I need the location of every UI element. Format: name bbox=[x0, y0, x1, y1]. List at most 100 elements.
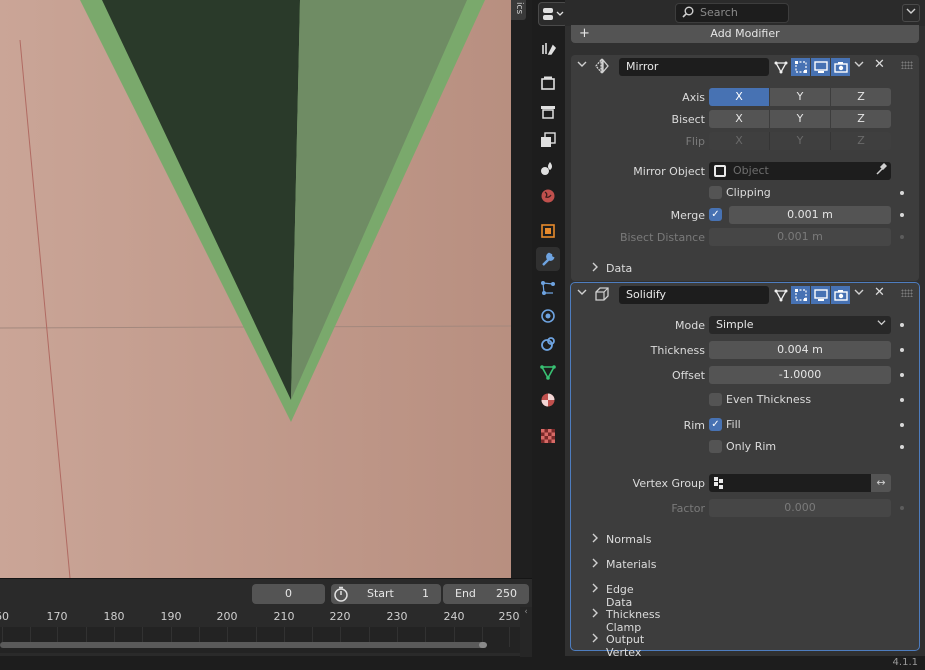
stopwatch-icon[interactable] bbox=[331, 584, 351, 604]
current-frame-field[interactable]: 0 bbox=[252, 584, 325, 604]
merge-checkbox[interactable]: ✓ bbox=[709, 208, 722, 221]
chevron-down-icon[interactable] bbox=[902, 4, 920, 22]
bisect-row: Bisect X Y Z bbox=[571, 110, 919, 130]
bisect-y-toggle[interactable]: Y bbox=[770, 110, 831, 128]
end-frame-field[interactable]: End 250 bbox=[443, 584, 529, 604]
edit-mode-icon[interactable] bbox=[791, 58, 811, 76]
chevron-down-icon[interactable] bbox=[854, 59, 864, 72]
bisect-z-toggle[interactable]: Z bbox=[831, 110, 891, 128]
search-input[interactable]: Search bbox=[675, 3, 789, 23]
object-icon bbox=[714, 165, 726, 177]
only-rim-checkbox[interactable] bbox=[709, 440, 722, 453]
collapse-chevron-icon[interactable] bbox=[577, 59, 587, 72]
keyframe-dot-icon[interactable] bbox=[900, 348, 904, 352]
texture-icon[interactable] bbox=[536, 424, 560, 448]
data-icon[interactable] bbox=[536, 360, 560, 384]
merge-distance-field[interactable]: 0.001 m bbox=[729, 206, 891, 224]
start-value: 1 bbox=[422, 587, 429, 600]
timeline-side-handle[interactable]: ‹ bbox=[520, 607, 532, 657]
timeline-scrollbar-handle[interactable] bbox=[479, 642, 487, 648]
edit-cage-icon[interactable] bbox=[771, 286, 791, 304]
keyframe-dot-icon[interactable] bbox=[900, 423, 904, 427]
material-icon[interactable] bbox=[536, 388, 560, 412]
fill-checkbox[interactable]: ✓ bbox=[709, 418, 722, 431]
viewport-canvas bbox=[0, 0, 511, 578]
mode-value: Simple bbox=[716, 318, 754, 331]
bisect-distance-field[interactable]: 0.001 m bbox=[709, 228, 891, 246]
mode-dropdown[interactable]: Simple bbox=[709, 316, 891, 334]
axis-x-toggle[interactable]: X bbox=[709, 88, 770, 106]
only-rim-label: Only Rim bbox=[726, 440, 777, 453]
keyframe-dot-icon[interactable] bbox=[900, 213, 904, 217]
drag-handle-icon[interactable] bbox=[901, 61, 913, 69]
keyframe-dot-icon[interactable] bbox=[900, 191, 904, 195]
modifier-name-field[interactable]: Solidify bbox=[619, 286, 769, 304]
modifier-icon[interactable] bbox=[536, 247, 560, 271]
even-thickness-row: Even Thickness bbox=[571, 391, 919, 411]
keyframe-dot-icon[interactable] bbox=[900, 398, 904, 402]
ruler-label: 200 bbox=[216, 610, 238, 623]
chevron-down-icon[interactable] bbox=[854, 287, 864, 300]
start-frame-field[interactable]: Start 1 bbox=[351, 584, 441, 604]
view-layer-icon[interactable] bbox=[536, 128, 560, 152]
edit-mode-icon[interactable] bbox=[791, 286, 811, 304]
bisect-x-toggle[interactable]: X bbox=[709, 110, 770, 128]
keyframe-dot-icon[interactable] bbox=[900, 373, 904, 377]
world-icon[interactable] bbox=[536, 184, 560, 208]
tool-icon[interactable] bbox=[536, 36, 560, 60]
keyframe-dot-icon[interactable] bbox=[900, 506, 904, 510]
offset-label: Offset bbox=[671, 369, 705, 382]
offset-field[interactable]: -1.0000 bbox=[709, 366, 891, 384]
render-camera-icon[interactable] bbox=[831, 286, 851, 304]
physics-icon[interactable] bbox=[536, 304, 560, 328]
thickness-field[interactable]: 0.004 m bbox=[709, 341, 891, 359]
flip-y-toggle[interactable]: Y bbox=[770, 132, 831, 150]
chevron-right-icon bbox=[591, 261, 599, 276]
timeline-tracks[interactable] bbox=[0, 627, 520, 653]
output-icon[interactable] bbox=[536, 99, 560, 123]
scene-icon[interactable] bbox=[536, 156, 560, 180]
constraints-icon[interactable] bbox=[536, 332, 560, 356]
editor-type-icon[interactable] bbox=[538, 2, 568, 26]
close-icon[interactable]: ✕ bbox=[874, 57, 885, 72]
close-icon[interactable]: ✕ bbox=[874, 285, 885, 300]
add-modifier-button[interactable]: + Add Modifier bbox=[571, 25, 919, 43]
drag-handle-icon[interactable] bbox=[901, 289, 913, 297]
clipping-label: Clipping bbox=[726, 186, 771, 199]
flip-z-toggle[interactable]: Z bbox=[831, 132, 891, 150]
axis-y-toggle[interactable]: Y bbox=[770, 88, 831, 106]
solidify-panel-header[interactable]: Solidify ✕ bbox=[571, 283, 919, 307]
keyframe-dot-icon[interactable] bbox=[900, 445, 904, 449]
edit-cage-icon[interactable] bbox=[771, 58, 791, 76]
axis-z-toggle[interactable]: Z bbox=[831, 88, 891, 106]
mirror-panel-header[interactable]: Mirror ✕ bbox=[571, 55, 919, 79]
clipping-checkbox[interactable] bbox=[709, 186, 722, 199]
even-thickness-checkbox[interactable] bbox=[709, 393, 722, 406]
eyedropper-icon[interactable] bbox=[875, 162, 888, 181]
factor-field[interactable]: 0.000 bbox=[709, 499, 891, 517]
vertex-group-icon bbox=[714, 477, 726, 489]
particles-icon[interactable] bbox=[536, 276, 560, 300]
3d-viewport[interactable] bbox=[0, 0, 511, 578]
invert-arrows-icon[interactable]: ↔ bbox=[871, 474, 891, 492]
modifier-name-field[interactable]: Mirror bbox=[619, 58, 769, 76]
render-icon[interactable] bbox=[536, 71, 560, 95]
thickness-row: Thickness 0.004 m bbox=[571, 341, 919, 361]
factor-row: Factor 0.000 bbox=[571, 499, 919, 519]
viewport-sidebar-tab[interactable]: ics bbox=[511, 0, 526, 20]
mirror-modifier-panel: Mirror ✕ Axis X Y Z Bisect X Y Z Flip X … bbox=[571, 55, 919, 281]
keyframe-dot-icon[interactable] bbox=[900, 323, 904, 327]
collapse-chevron-icon[interactable] bbox=[577, 287, 587, 300]
mirror-object-field[interactable]: Object bbox=[709, 162, 891, 180]
object-icon[interactable] bbox=[536, 219, 560, 243]
render-camera-icon[interactable] bbox=[831, 58, 851, 76]
realtime-display-icon[interactable] bbox=[811, 58, 831, 76]
keyframe-dot-icon[interactable] bbox=[900, 235, 904, 239]
timeline-scrollbar[interactable] bbox=[0, 642, 486, 648]
chevron-right-icon bbox=[591, 632, 599, 647]
realtime-display-icon[interactable] bbox=[811, 286, 831, 304]
flip-x-toggle[interactable]: X bbox=[709, 132, 770, 150]
vertex-group-field[interactable] bbox=[709, 474, 871, 492]
frame-ruler[interactable]: 60 170 180 190 200 210 220 230 240 250 bbox=[0, 607, 520, 627]
ruler-label: 170 bbox=[46, 610, 68, 623]
